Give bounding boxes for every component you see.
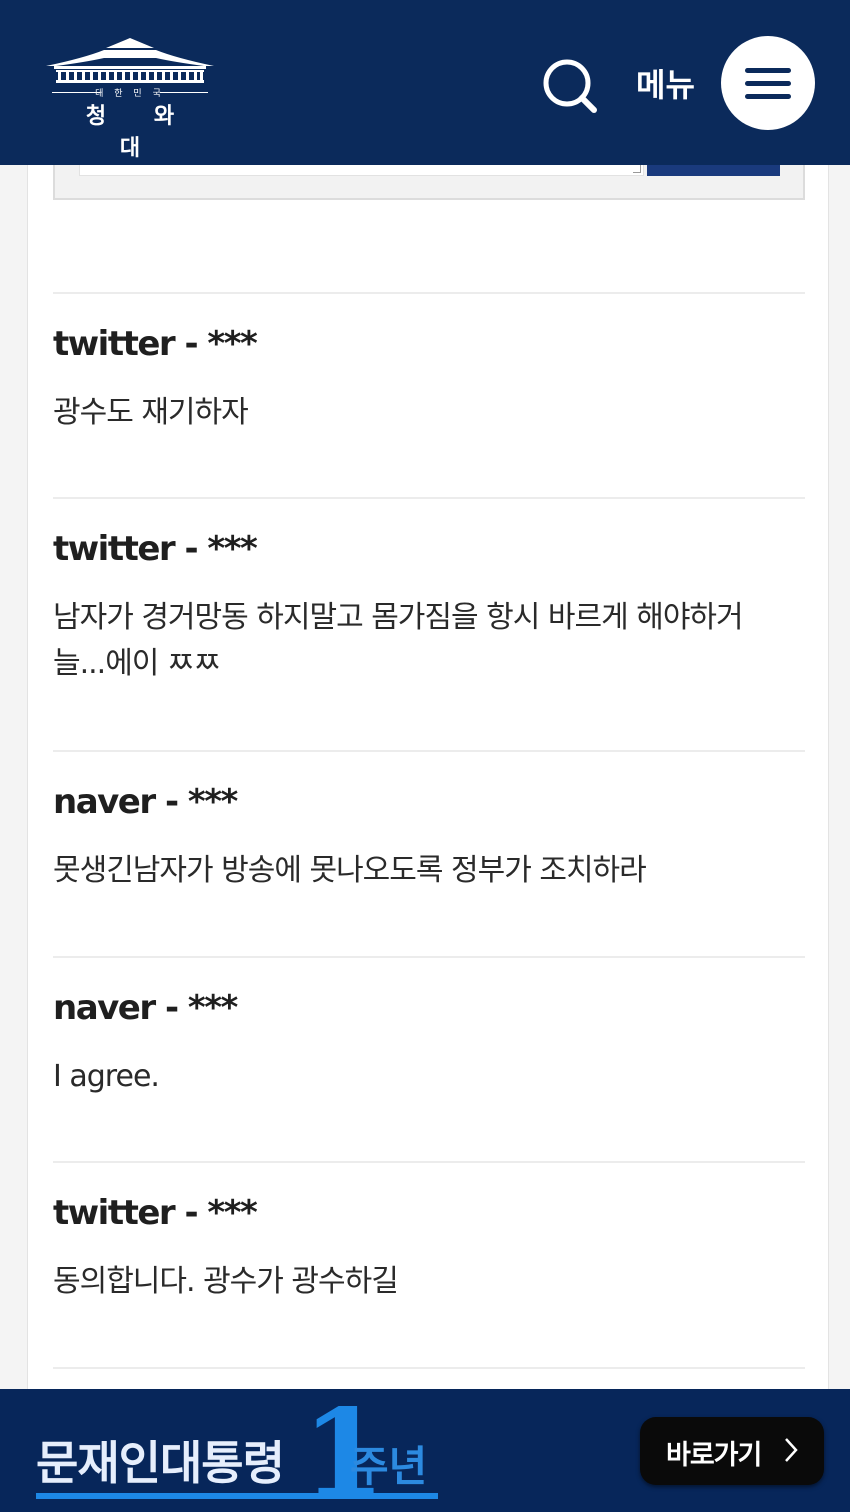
comment-text: 광수도 재기하자 (53, 395, 249, 430)
logo-title: 청 와 대 (85, 104, 195, 161)
go-button[interactable]: 바로가기 (640, 1417, 824, 1485)
comment-item: twitter - *** 동의합니다. 광수가 광수하길 (53, 1161, 805, 1367)
anniversary-banner[interactable]: 문재인대통령 1 주년 바로가기 (0, 1389, 850, 1512)
go-button-label: 바로가기 (666, 1440, 762, 1471)
search-button[interactable] (540, 56, 600, 116)
chevron-right-icon (785, 1438, 798, 1462)
comment-author: naver - *** (53, 988, 238, 1028)
hamburger-icon-bar (745, 94, 791, 99)
hamburger-icon-bar (745, 81, 791, 86)
comment-item: naver - *** 못생긴남자가 방송에 못나오도록 정부가 조치하라 (53, 750, 805, 956)
top-header: 대 한 민 국 청 와 대 메뉴 (0, 0, 850, 165)
hamburger-menu-button[interactable] (721, 36, 815, 130)
menu-label[interactable]: 메뉴 (636, 60, 695, 106)
comment-author: twitter - *** (53, 324, 258, 364)
comment-item: twitter - *** 광수도 재기하자 (53, 292, 805, 498)
comment-author: twitter - *** (53, 529, 258, 569)
comments-panel: twitter - *** 광수도 재기하자 twitter - *** 남자가… (27, 140, 829, 1400)
comment-text: I agree. (53, 1059, 160, 1094)
comment-item: twitter - *** 남자가 경거망동 하지말고 몸가짐을 항시 바르게 … (53, 497, 805, 750)
comment-author: twitter - *** (53, 1193, 258, 1233)
cheongwadae-logo[interactable]: 대 한 민 국 청 와 대 (44, 36, 216, 161)
comment-item: naver - *** I agree. (53, 956, 805, 1162)
search-icon (543, 59, 597, 113)
hamburger-icon (745, 68, 791, 73)
comment-text: 동의합니다. 광수가 광수하길 (53, 1264, 399, 1299)
banner-underline (36, 1493, 438, 1499)
comment-author: naver - *** (53, 782, 238, 822)
banner-title: 문재인대통령 (36, 1436, 285, 1490)
resize-handle-icon[interactable] (633, 165, 641, 173)
blue-house-roof-icon (46, 38, 214, 83)
comment-text: 남자가 경거망동 하지말고 몸가짐을 항시 바르게 해야하거늘...에이 ㅉㅉ (53, 600, 744, 681)
banner-subtitle: 주년 (350, 1442, 428, 1491)
comment-text: 못생긴남자가 방송에 못나오도록 정부가 조치하라 (53, 853, 647, 888)
